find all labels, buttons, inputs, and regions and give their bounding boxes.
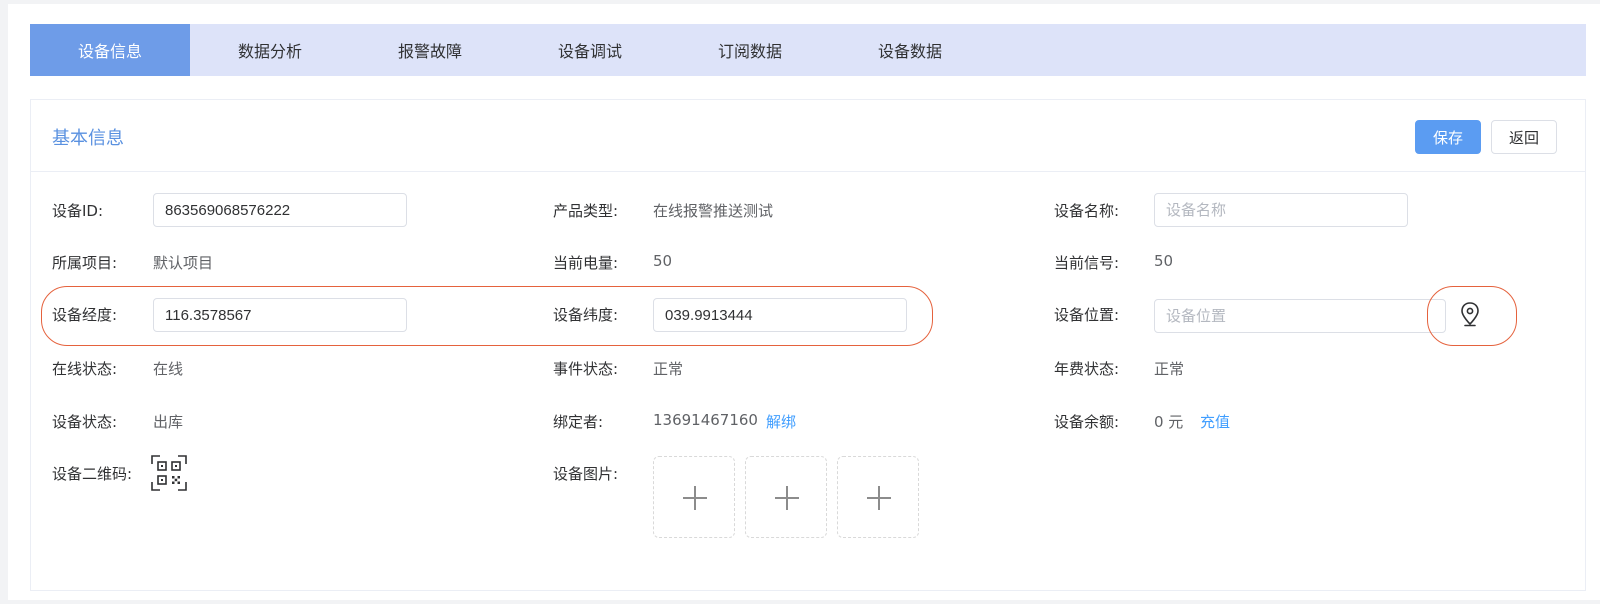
device-status-label: 设备状态:	[52, 413, 118, 431]
save-button[interactable]: 保存	[1415, 120, 1481, 154]
binder-label: 绑定者:	[553, 413, 604, 431]
back-button[interactable]: 返回	[1491, 120, 1557, 154]
basic-info-card: 基本信息 保存 返回 设备ID: 产品类型: 在线报警推送测试 设备名称: 所属…	[30, 99, 1586, 591]
annual-fee-status-value: 正常	[1154, 360, 1185, 378]
qrcode-label: 设备二维码:	[52, 465, 133, 483]
balance-value: 0 元	[1154, 413, 1184, 431]
unbind-link[interactable]: 解绑	[766, 411, 796, 432]
tab-device-data[interactable]: 设备数据	[830, 24, 990, 76]
online-status-label: 在线状态:	[52, 360, 118, 378]
battery-label: 当前电量:	[553, 254, 619, 272]
latitude-input[interactable]	[653, 298, 907, 332]
binder-value: 13691467160	[653, 411, 758, 429]
project-value: 默认项目	[153, 254, 214, 272]
device-status-value: 出库	[153, 413, 184, 431]
longitude-label: 设备经度:	[52, 306, 118, 324]
device-name-label: 设备名称:	[1054, 202, 1120, 220]
tab-alarm-fault[interactable]: 报警故障	[350, 24, 510, 76]
location-input[interactable]	[1154, 299, 1446, 333]
signal-label: 当前信号:	[1054, 254, 1120, 272]
project-label: 所属项目:	[52, 254, 118, 272]
image-upload-slot-1[interactable]	[653, 456, 735, 538]
card-header: 基本信息 保存 返回	[31, 100, 1585, 172]
tab-subscription-data[interactable]: 订阅数据	[670, 24, 830, 76]
latitude-label: 设备纬度:	[553, 306, 619, 324]
balance-label: 设备余额:	[1054, 413, 1120, 431]
image-upload-slot-2[interactable]	[745, 456, 827, 538]
device-detail-page: 设备信息 数据分析 报警故障 设备调试 订阅数据 设备数据 基本信息 保存 返回…	[8, 4, 1600, 600]
card-title: 基本信息	[52, 128, 124, 149]
signal-value: 50	[1154, 252, 1174, 270]
device-name-input[interactable]	[1154, 193, 1408, 227]
images-label: 设备图片:	[553, 465, 619, 483]
product-type-label: 产品类型:	[553, 202, 619, 220]
longitude-input[interactable]	[153, 298, 407, 332]
image-upload-slot-3[interactable]	[837, 456, 919, 538]
map-pin-icon[interactable]	[1459, 301, 1481, 329]
device-id-label: 设备ID:	[52, 202, 104, 220]
location-label: 设备位置:	[1054, 306, 1120, 324]
product-type-value: 在线报警推送测试	[653, 202, 774, 220]
qrcode-icon[interactable]	[151, 455, 187, 491]
event-status-value: 正常	[653, 360, 684, 378]
tab-device-info[interactable]: 设备信息	[30, 24, 190, 76]
online-status-value: 在线	[153, 360, 184, 378]
event-status-label: 事件状态:	[553, 360, 619, 378]
device-id-input[interactable]	[153, 193, 407, 227]
tab-bar: 设备信息 数据分析 报警故障 设备调试 订阅数据 设备数据	[30, 24, 1586, 76]
tab-data-analysis[interactable]: 数据分析	[190, 24, 350, 76]
recharge-link[interactable]: 充值	[1200, 411, 1230, 432]
battery-value: 50	[653, 252, 673, 270]
annual-fee-status-label: 年费状态:	[1054, 360, 1120, 378]
tab-device-debug[interactable]: 设备调试	[510, 24, 670, 76]
